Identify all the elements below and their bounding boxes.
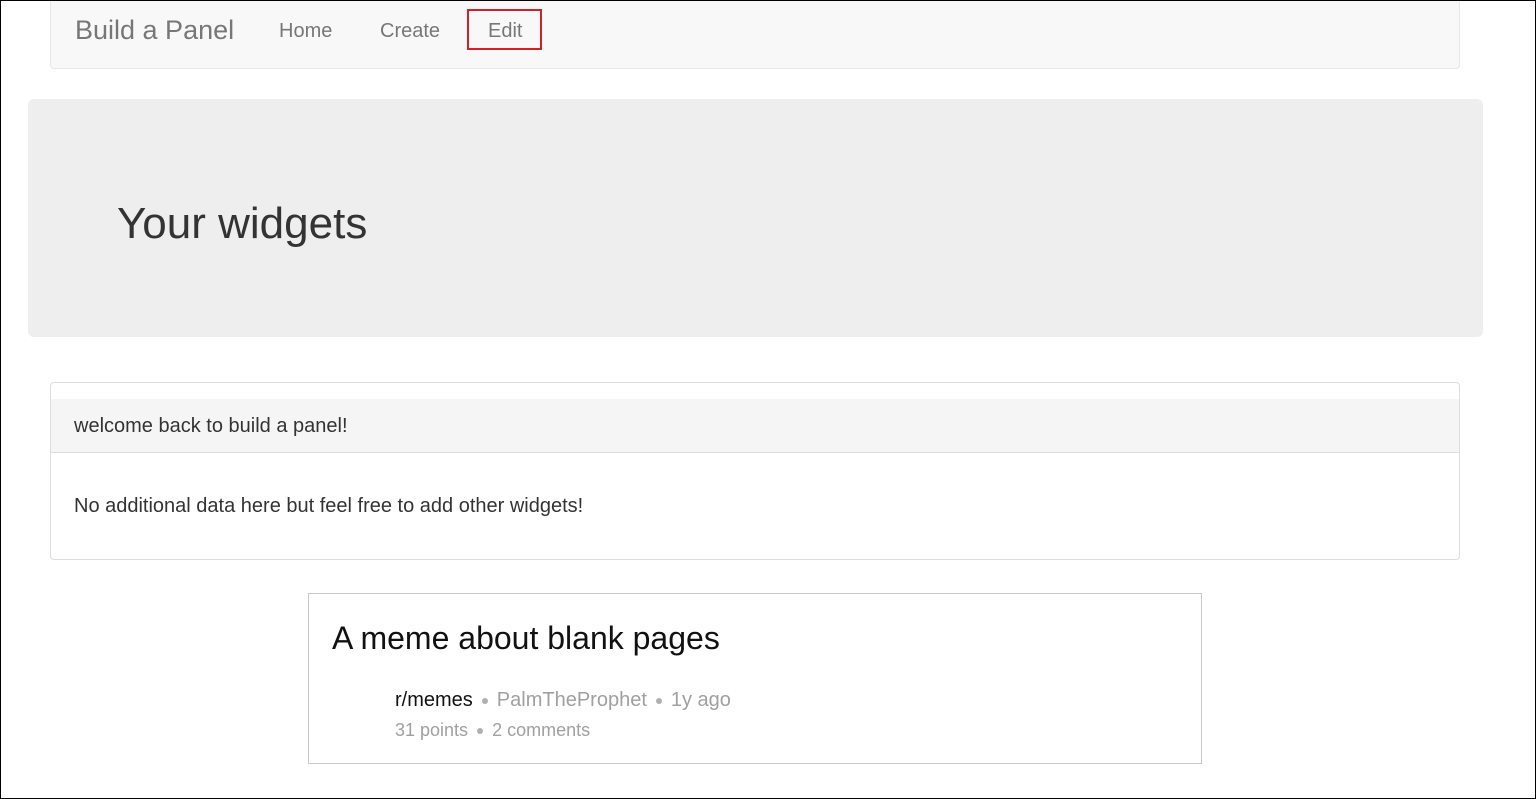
post-age: 1y ago <box>670 689 731 711</box>
navbar: Build a Panel Home Create Edit <box>50 0 1460 69</box>
post-meta: r/memes PalmTheProphet 1y ago <box>395 689 731 712</box>
nav-edit-link[interactable]: Edit <box>488 20 522 43</box>
nav-create-link[interactable]: Create <box>380 20 440 43</box>
post-title[interactable]: A meme about blank pages <box>332 620 720 657</box>
navbar-brand[interactable]: Build a Panel <box>75 15 234 46</box>
separator-dot-icon <box>477 727 484 734</box>
nav-home-link[interactable]: Home <box>279 20 332 43</box>
author-link[interactable]: PalmTheProphet <box>497 689 647 712</box>
welcome-panel: welcome back to build a panel! No additi… <box>50 382 1460 560</box>
page-title: Your widgets <box>117 199 368 248</box>
reddit-post-card[interactable]: A meme about blank pages r/memes PalmThe… <box>308 593 1202 764</box>
jumbotron: Your widgets <box>28 99 1483 337</box>
separator-dot-icon <box>481 697 488 704</box>
panel-heading-text: welcome back to build a panel! <box>74 415 348 437</box>
post-points: 31 points <box>395 720 469 740</box>
subreddit-link[interactable]: r/memes <box>395 689 473 712</box>
post-stats: 31 points 2 comments <box>395 720 590 741</box>
separator-dot-icon <box>655 697 662 704</box>
panel-heading: welcome back to build a panel! <box>51 399 1459 453</box>
comments-link[interactable]: 2 comments <box>492 720 590 741</box>
panel-body-text: No additional data here but feel free to… <box>74 495 584 517</box>
